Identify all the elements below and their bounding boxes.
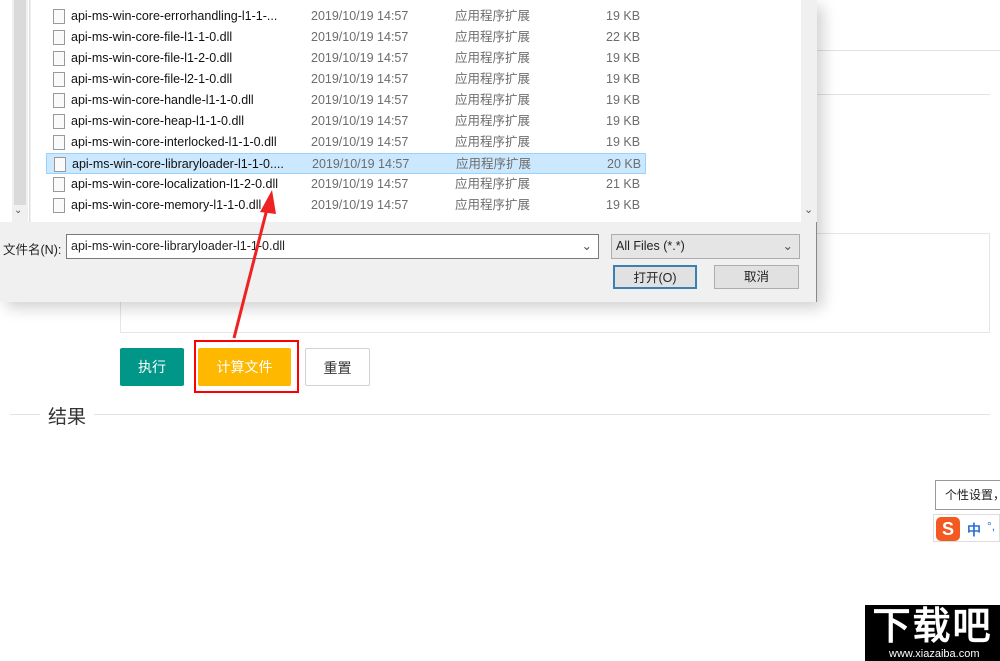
watermark-logo-text: 下载吧 [872,606,993,648]
punctuation-icon[interactable]: °, [987,519,995,533]
watermark-url: www.xiazaiba.com [889,648,980,660]
ime-toolbar[interactable]: S 中 °, [933,514,1000,542]
sogou-logo-icon[interactable]: S [936,517,960,541]
annotation-arrow [232,190,276,339]
ime-tooltip: 个性设置， [935,480,1000,510]
watermark-logo: 下载吧 www.xiazaiba.com [865,605,1000,661]
ime-mode[interactable]: 中 [967,520,981,540]
